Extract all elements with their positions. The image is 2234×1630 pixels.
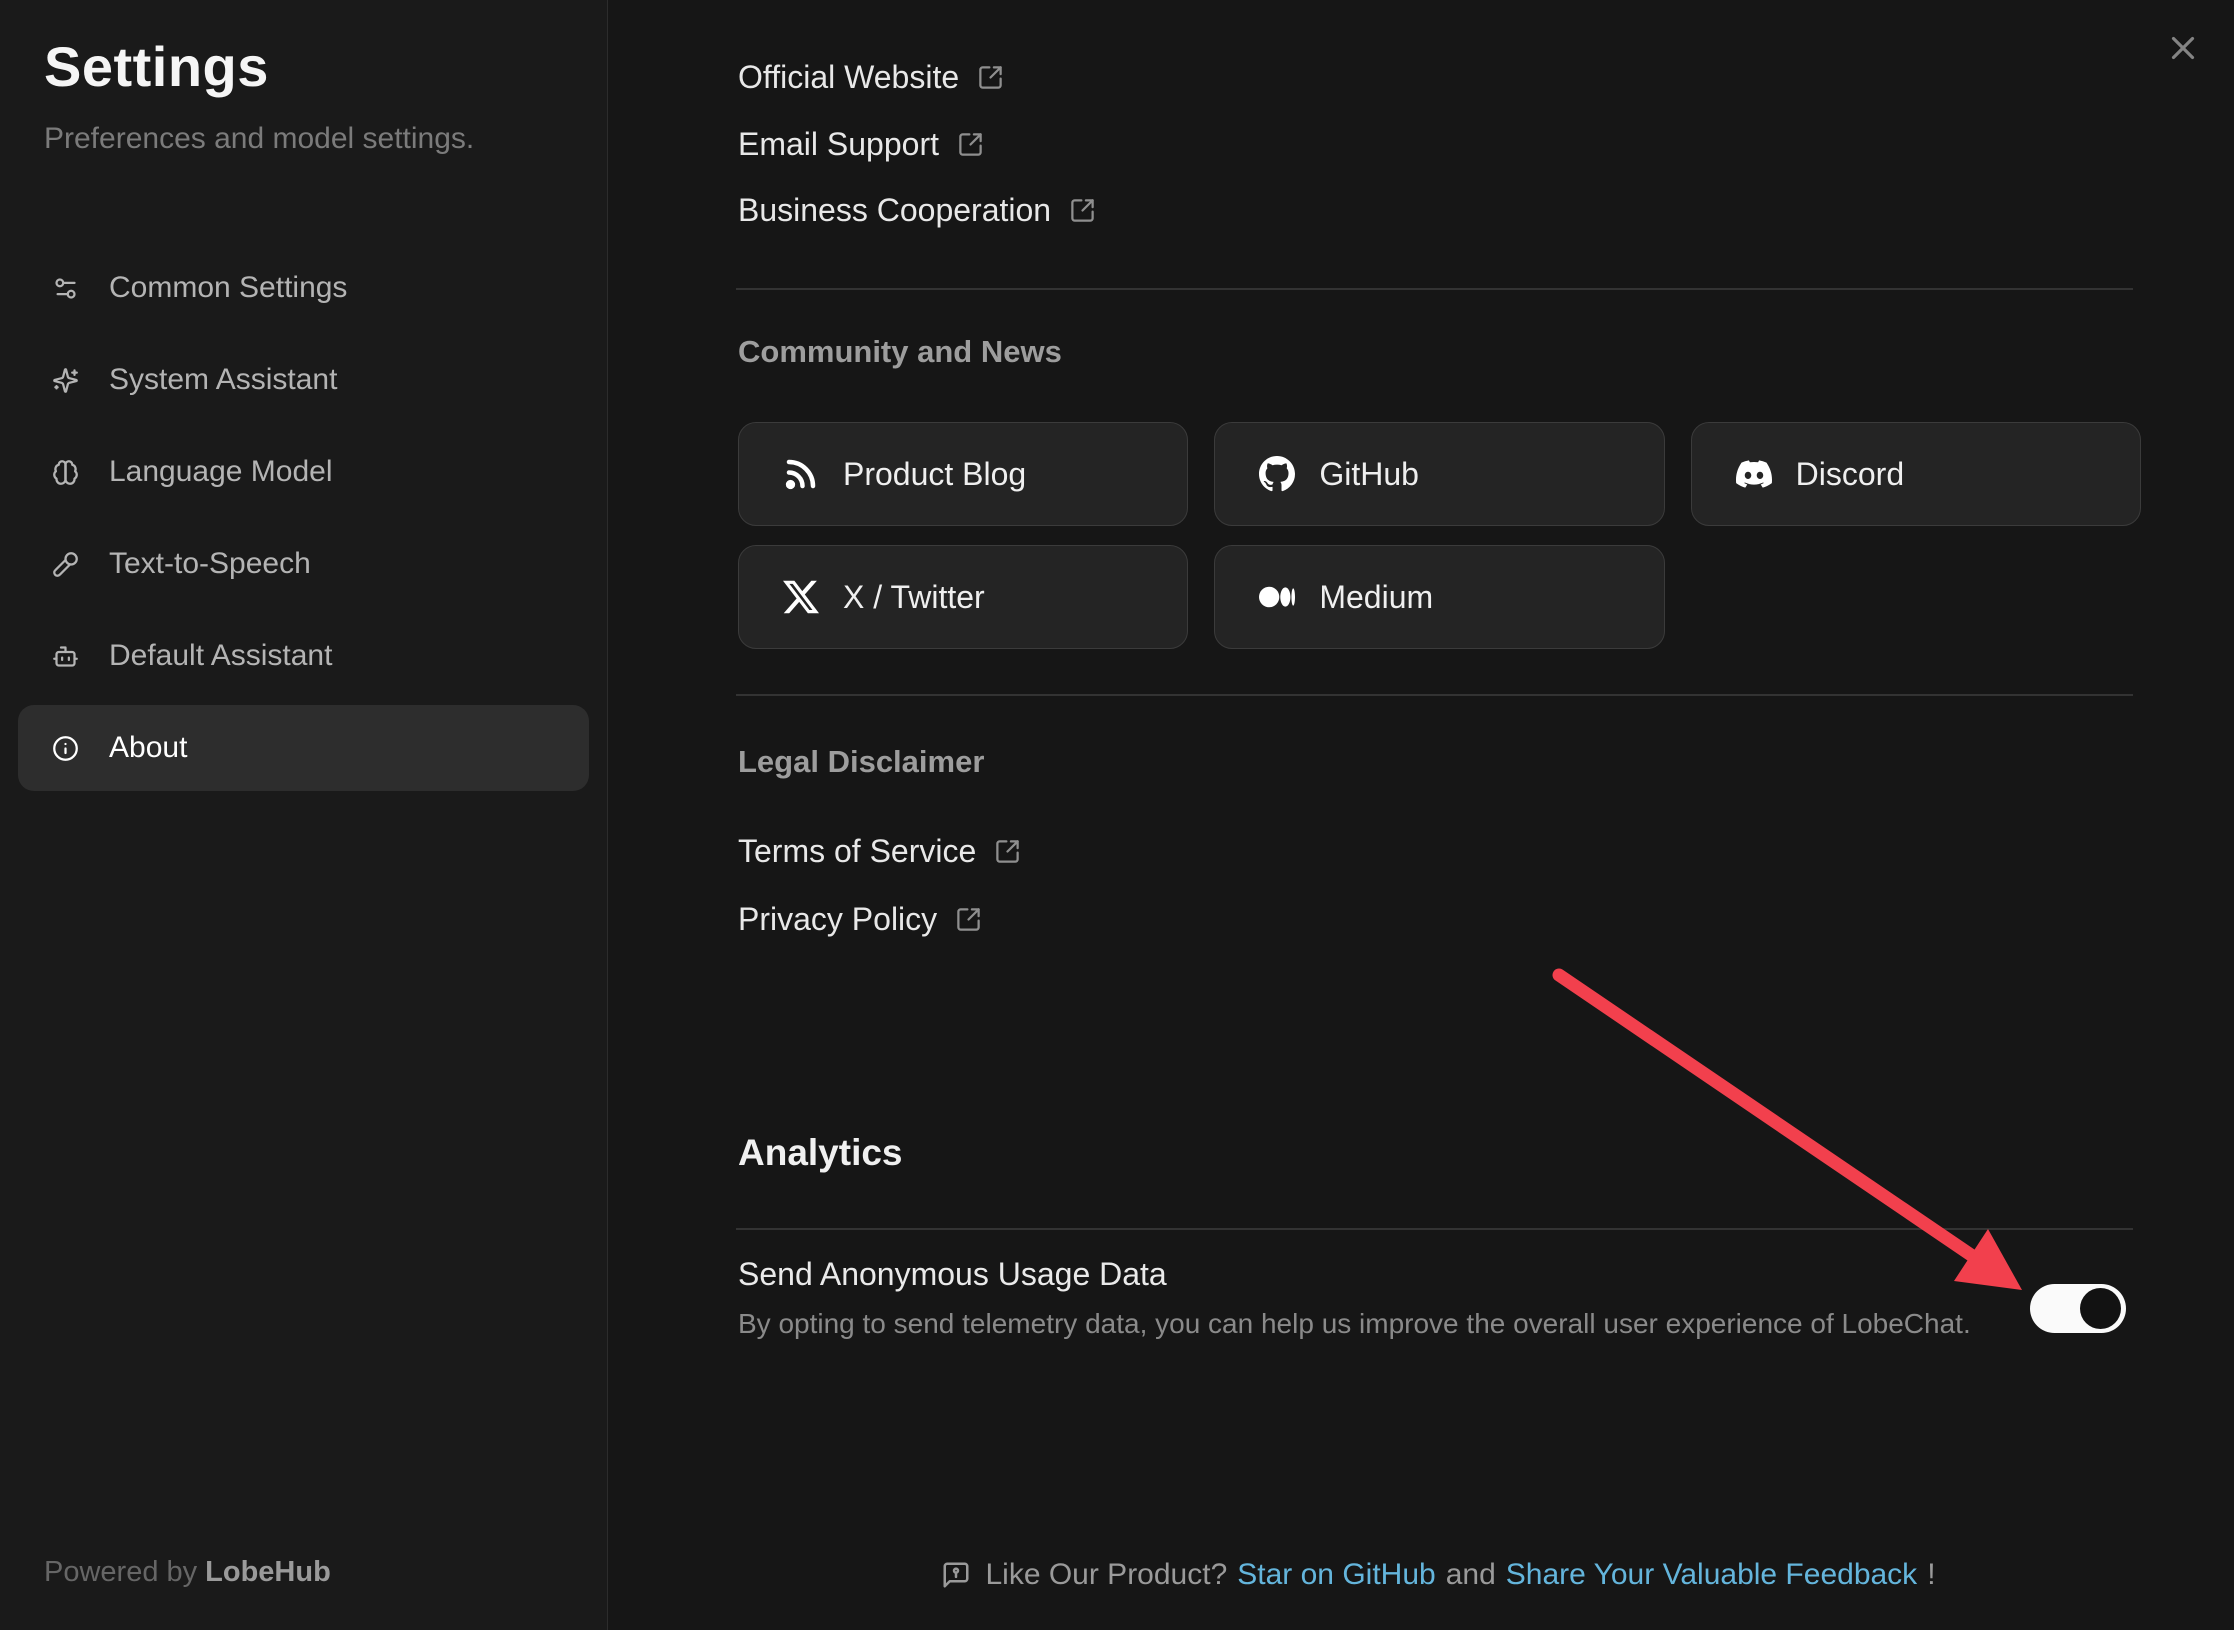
- feedback-footer: Like Our Product? Star on GitHub and Sha…: [736, 1558, 2141, 1592]
- sidebar-item-label: About: [109, 731, 187, 765]
- send-usage-data-label: Send Anonymous Usage Data: [738, 1256, 1167, 1293]
- external-link-icon: [1069, 197, 1096, 224]
- privacy-policy-link[interactable]: Privacy Policy: [738, 901, 982, 938]
- medium-icon: [1259, 579, 1295, 615]
- settings-sidebar: Settings Preferences and model settings.…: [0, 0, 608, 1630]
- link-label: Official Website: [738, 59, 959, 96]
- external-link-icon: [977, 64, 1004, 91]
- brain-icon: [52, 459, 79, 486]
- x-twitter-button[interactable]: X / Twitter: [738, 545, 1188, 649]
- analytics-heading: Analytics: [738, 1132, 903, 1174]
- mic-icon: [52, 551, 79, 578]
- github-icon: [1259, 456, 1295, 492]
- discord-icon: [1736, 456, 1772, 492]
- link-label: Terms of Service: [738, 833, 976, 870]
- send-usage-data-toggle[interactable]: [2030, 1284, 2126, 1333]
- terms-of-service-link[interactable]: Terms of Service: [738, 833, 1021, 870]
- business-cooperation-link[interactable]: Business Cooperation: [738, 192, 1096, 229]
- button-label: Product Blog: [843, 456, 1026, 493]
- sidebar-item-text-to-speech[interactable]: Text-to-Speech: [18, 521, 589, 607]
- github-button[interactable]: GitHub: [1214, 422, 1664, 526]
- close-button[interactable]: [2152, 18, 2214, 78]
- link-label: Email Support: [738, 126, 939, 163]
- sidebar-item-label: Common Settings: [109, 271, 347, 305]
- discord-button[interactable]: Discord: [1691, 422, 2141, 526]
- send-usage-data-description: By opting to send telemetry data, you ca…: [738, 1308, 1971, 1340]
- sidebar-item-label: Text-to-Speech: [109, 547, 311, 581]
- external-link-icon: [957, 131, 984, 158]
- feedback-icon: [941, 1560, 971, 1590]
- footer-text: Like Our Product?: [985, 1558, 1227, 1592]
- footer-text: !: [1927, 1558, 1935, 1592]
- sidebar-item-common-settings[interactable]: Common Settings: [18, 245, 589, 331]
- info-icon: [52, 735, 79, 762]
- bot-icon: [52, 643, 79, 670]
- official-website-link[interactable]: Official Website: [738, 59, 1004, 96]
- sidebar-nav: Common Settings System Assistant Languag…: [18, 245, 589, 791]
- email-support-link[interactable]: Email Support: [738, 126, 984, 163]
- legal-heading: Legal Disclaimer: [738, 744, 984, 780]
- sidebar-item-label: Language Model: [109, 455, 333, 489]
- button-label: GitHub: [1319, 456, 1419, 493]
- product-blog-button[interactable]: Product Blog: [738, 422, 1188, 526]
- x-icon: [783, 579, 819, 615]
- page-subtitle: Preferences and model settings.: [44, 122, 474, 156]
- community-buttons: Product Blog GitHub Discord X / Twitter …: [738, 422, 2141, 649]
- sidebar-item-default-assistant[interactable]: Default Assistant: [18, 613, 589, 699]
- settings-modal: Settings Preferences and model settings.…: [0, 0, 2234, 1630]
- button-label: Medium: [1319, 579, 1433, 616]
- page-title: Settings: [44, 34, 269, 99]
- sidebar-item-label: Default Assistant: [109, 639, 332, 673]
- sidebar-item-label: System Assistant: [109, 363, 337, 397]
- external-link-icon: [994, 838, 1021, 865]
- section-divider: [736, 288, 2133, 290]
- sidebar-item-system-assistant[interactable]: System Assistant: [18, 337, 589, 423]
- footer-text: and: [1446, 1558, 1496, 1592]
- sparkles-icon: [52, 367, 79, 394]
- lobehub-brand: LobeHub: [205, 1556, 331, 1588]
- toggle-knob: [2080, 1288, 2121, 1329]
- section-divider: [736, 1228, 2133, 1230]
- section-divider: [736, 694, 2133, 696]
- contact-us-heading: Contact Us: [738, 0, 902, 6]
- star-on-github-link[interactable]: Star on GitHub: [1237, 1558, 1435, 1592]
- link-label: Privacy Policy: [738, 901, 937, 938]
- community-heading: Community and News: [738, 334, 1062, 370]
- close-icon: [2164, 29, 2202, 67]
- share-feedback-link[interactable]: Share Your Valuable Feedback: [1506, 1558, 1917, 1592]
- powered-by: Powered byLobeHub: [44, 1556, 331, 1589]
- link-label: Business Cooperation: [738, 192, 1051, 229]
- sidebar-item-language-model[interactable]: Language Model: [18, 429, 589, 515]
- powered-by-text: Powered by: [44, 1556, 197, 1588]
- button-label: Discord: [1796, 456, 1904, 493]
- button-label: X / Twitter: [843, 579, 985, 616]
- sidebar-item-about[interactable]: About: [18, 705, 589, 791]
- external-link-icon: [955, 906, 982, 933]
- medium-button[interactable]: Medium: [1214, 545, 1664, 649]
- rss-icon: [783, 456, 819, 492]
- sliders-icon: [52, 275, 79, 302]
- about-panel: Contact Us Official Website Email Suppor…: [609, 0, 2234, 1630]
